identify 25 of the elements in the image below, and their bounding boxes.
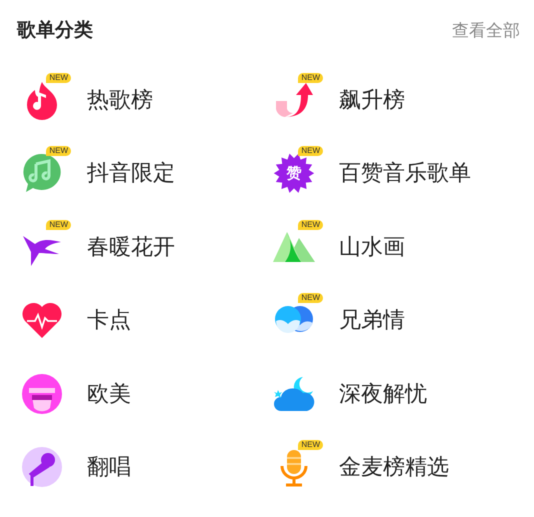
category-label[interactable]: 抖音限定 <box>87 158 175 188</box>
new-badge: NEW <box>298 293 323 304</box>
category-label[interactable]: 深夜解忧 <box>339 378 427 409</box>
like-seal: 赞 <box>273 152 315 194</box>
category-label[interactable]: 春暖花开 <box>87 232 175 262</box>
chat-music-icon <box>21 152 63 194</box>
category-label[interactable]: 翻唱 <box>87 452 131 482</box>
category-label[interactable]: 金麦榜精选 <box>339 452 449 482</box>
section-title: 歌单分类 <box>17 18 93 43</box>
category-label[interactable]: 兄弟情 <box>339 305 405 336</box>
new-badge: NEW <box>46 146 71 156</box>
category-label[interactable]: 热歌榜 <box>87 84 153 115</box>
new-badge: NEW <box>298 220 323 230</box>
new-badge: NEW <box>298 72 323 83</box>
category-label[interactable]: 百赞音乐歌单 <box>339 158 471 188</box>
category-label[interactable]: 山水画 <box>339 232 405 262</box>
new-badge: NEW <box>298 146 323 156</box>
category-label[interactable]: 卡点 <box>87 305 131 336</box>
new-badge: NEW <box>46 72 71 83</box>
microphone-icon <box>21 446 63 488</box>
new-badge: NEW <box>298 440 323 450</box>
view-all-link[interactable]: 查看全部 <box>452 18 520 42</box>
category-label[interactable]: 欧美 <box>87 378 131 409</box>
category-label[interactable]: 飙升榜 <box>339 84 405 115</box>
new-badge: NEW <box>46 220 71 230</box>
